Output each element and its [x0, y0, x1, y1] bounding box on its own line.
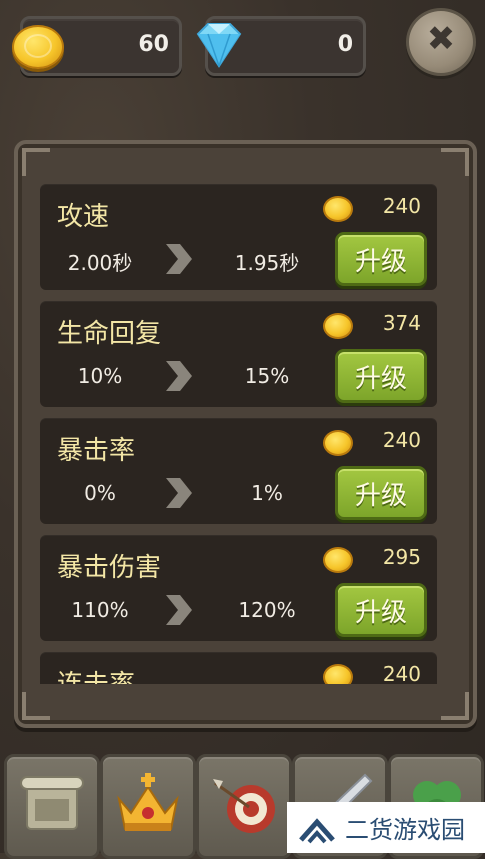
coin-icon — [323, 547, 353, 573]
next-value: 1% — [251, 481, 283, 505]
close-button[interactable]: ✖ — [406, 8, 476, 76]
upgrade-row-crit-rate: 暴击率 240 0% 1% 升级 — [40, 418, 437, 524]
current-value: 10% — [77, 364, 123, 388]
upgrade-row-attack-speed: 攻速 240 2.00秒 1.95秒 升级 — [40, 184, 437, 290]
target-icon — [213, 779, 275, 833]
upgrade-button[interactable]: 升级 — [335, 349, 427, 403]
upgrade-cost: 374 — [382, 311, 421, 335]
next-value: 15% — [244, 364, 290, 388]
panel-corner — [441, 148, 469, 176]
arrow-right-icon — [166, 595, 192, 625]
upgrade-button-label: 升级 — [354, 598, 407, 628]
arrow-right-icon — [166, 361, 192, 391]
current-value: 2.00秒 — [67, 251, 133, 275]
tab-rank[interactable] — [100, 754, 196, 859]
current-value: 0% — [84, 481, 116, 505]
upgrade-name: 暴击伤害 — [57, 553, 162, 583]
upgrade-name: 连击率 — [57, 664, 135, 684]
next-value: 1.95秒 — [234, 251, 300, 275]
upgrade-button[interactable]: 升级 — [335, 232, 427, 286]
upgrade-row-crit-damage: 暴击伤害 295 110% 120% 升级 — [40, 535, 437, 641]
arrow-right-icon — [166, 244, 192, 274]
top-bar: 60 0 ✖ — [0, 0, 485, 90]
next-value: 120% — [238, 598, 296, 622]
coin-icon — [323, 313, 353, 339]
coin-icon — [323, 430, 353, 456]
upgrade-name: 攻速 — [57, 202, 110, 232]
upgrade-cost: 240 — [382, 428, 421, 452]
gold-value: 60 — [138, 32, 169, 57]
upgrade-row-combo-rate: 连击率 240 — [40, 652, 437, 684]
coin-icon — [323, 664, 353, 684]
diamond-icon — [196, 23, 242, 68]
watermark-banner: 二货游戏园 — [287, 802, 485, 853]
upgrade-button-label: 升级 — [354, 481, 407, 511]
upgrade-row-hp-regen: 生命回复 374 10% 15% 升级 — [40, 301, 437, 407]
current-value: 110% — [71, 598, 129, 622]
upgrade-button[interactable]: 升级 — [335, 583, 427, 637]
close-icon: ✖ — [426, 19, 456, 59]
upgrade-name: 生命回复 — [57, 319, 162, 349]
logo-chevron-icon — [299, 818, 335, 844]
upgrade-button[interactable]: 升级 — [335, 466, 427, 520]
upgrade-list[interactable]: 攻速 240 2.00秒 1.95秒 升级 生命回复 374 10% 15% 升… — [40, 184, 451, 684]
upgrade-cost: 240 — [382, 662, 421, 684]
upgrade-button-label: 升级 — [354, 247, 407, 277]
upgrade-cost: 240 — [382, 194, 421, 218]
upgrade-cost: 295 — [382, 545, 421, 569]
coin-icon — [323, 196, 353, 222]
scroll-icon — [20, 776, 84, 830]
upgrade-panel: 攻速 240 2.00秒 1.95秒 升级 生命回复 374 10% 15% 升… — [14, 140, 477, 728]
panel-corner — [441, 692, 469, 720]
gem-value: 0 — [337, 32, 353, 57]
crown-icon — [117, 773, 179, 831]
tab-inventory[interactable] — [4, 754, 100, 859]
upgrade-name: 暴击率 — [57, 436, 136, 466]
arrow-right-icon — [166, 478, 192, 508]
watermark-text: 二货游戏园 — [345, 816, 465, 844]
panel-corner — [22, 692, 50, 720]
tab-target[interactable] — [196, 754, 292, 859]
panel-corner — [22, 148, 50, 176]
upgrade-button-label: 升级 — [354, 364, 407, 394]
gold-coin-icon — [12, 25, 64, 69]
